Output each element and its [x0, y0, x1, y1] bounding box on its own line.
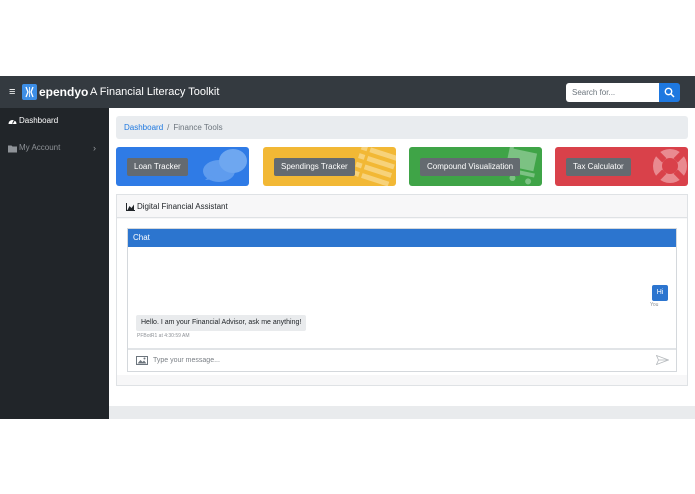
area-chart-icon	[126, 203, 135, 211]
chat-message-input[interactable]	[153, 353, 643, 368]
assistant-panel: Digital Financial Assistant Chat Hi You …	[116, 194, 688, 386]
brand-tagline: A Financial Literacy Toolkit	[90, 86, 220, 98]
breadcrumb: Dashboard / Finance Tools	[116, 116, 688, 139]
app-window: ≡ ependyo A Financial Literacy Toolkit D…	[0, 76, 695, 419]
breadcrumb-current: Finance Tools	[173, 123, 223, 132]
logo-icon[interactable]	[22, 84, 37, 100]
folder-icon	[8, 145, 17, 153]
card-tax-calculator[interactable]: Tax Calculator	[555, 147, 688, 186]
chat-composer	[128, 348, 676, 371]
chevron-right-icon: ›	[93, 143, 96, 153]
compound-visualization-button[interactable]: Compound Visualization	[420, 158, 521, 176]
main-content: Dashboard / Finance Tools Loan Tracker Spe…	[109, 108, 695, 419]
user-message: Hi	[652, 285, 668, 301]
search-input[interactable]	[566, 83, 660, 102]
menu-toggle-icon[interactable]: ≡	[9, 85, 18, 99]
card-compound-visualization[interactable]: Compound Visualization	[409, 147, 542, 186]
search-button[interactable]	[659, 83, 680, 102]
panel-header: Digital Financial Assistant	[117, 195, 687, 218]
tax-calculator-button[interactable]: Tax Calculator	[566, 158, 631, 176]
sidebar: Dashboard My Account ›	[0, 108, 109, 419]
brand-name[interactable]: ependyo	[39, 84, 88, 100]
chat-bubbles-icon	[203, 149, 247, 182]
chat-header: Chat	[128, 229, 676, 247]
sidebar-item-my-account[interactable]: My Account ›	[0, 135, 109, 162]
panel-body: Chat Hi You Hello. I am your Financial A…	[117, 219, 687, 375]
footer-strip	[109, 406, 695, 419]
panel-title: Digital Financial Assistant	[137, 202, 228, 211]
user-message-meta: You	[650, 302, 659, 308]
search-icon	[664, 87, 675, 98]
breadcrumb-separator: /	[167, 123, 170, 132]
sidebar-item-label: Dashboard	[19, 116, 59, 125]
bot-message-meta: PFBotR1 at 4:30:59 AM	[137, 333, 190, 339]
card-spendings-tracker[interactable]: Spendings Tracker	[263, 147, 396, 186]
loan-tracker-button[interactable]: Loan Tracker	[127, 158, 188, 176]
image-icon[interactable]	[136, 356, 148, 365]
sidebar-item-dashboard[interactable]: Dashboard	[0, 108, 109, 135]
tachometer-icon	[8, 119, 17, 124]
send-icon[interactable]	[656, 355, 669, 365]
card-loan-tracker[interactable]: Loan Tracker	[116, 147, 249, 186]
life-ring-icon	[653, 149, 687, 183]
chat-widget: Chat Hi You Hello. I am your Financial A…	[127, 228, 677, 372]
sidebar-item-label: My Account	[19, 143, 61, 152]
top-navbar: ≡ ependyo A Financial Literacy Toolkit	[0, 76, 695, 108]
list-icon	[352, 147, 396, 186]
spendings-tracker-button[interactable]: Spendings Tracker	[274, 158, 355, 176]
bot-message: Hello. I am your Financial Advisor, ask …	[136, 315, 307, 331]
breadcrumb-link-dashboard[interactable]: Dashboard	[124, 123, 163, 132]
